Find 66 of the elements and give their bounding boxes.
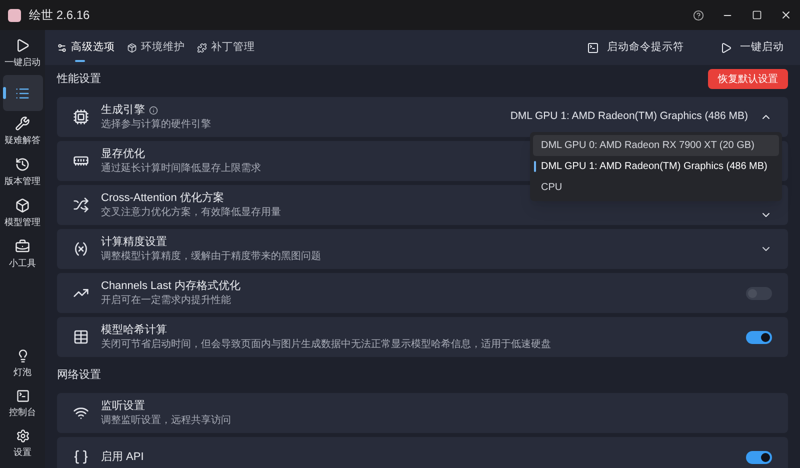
shuffle-icon [73, 197, 89, 213]
info-icon [149, 106, 158, 115]
help-icon [693, 10, 704, 20]
toolbar-button[interactable]: 一键启动 [720, 40, 784, 56]
puzzle-icon [197, 42, 207, 52]
history-icon [15, 157, 30, 172]
toolbox-icon [15, 239, 30, 254]
window-title: 绘世 2.6.16 [29, 7, 90, 24]
play-icon [15, 38, 30, 54]
setting-title: 启用 API [101, 450, 144, 464]
formula-icon [73, 241, 89, 257]
sliders-icon [57, 42, 67, 52]
section-heading: 性能设置 [57, 72, 101, 87]
setting-title: 生成引擎 [101, 103, 145, 118]
sidebar-item[interactable]: 版本管理 [2, 153, 42, 193]
dropdown-option[interactable]: DML GPU 0: AMD Radeon RX 7900 XT (20 GB) [533, 135, 779, 156]
sidebar-item[interactable]: 小工具 [2, 235, 42, 275]
sidebar-item[interactable]: 一键启动 [2, 34, 42, 74]
sidebar-item[interactable]: 控制台 [2, 384, 42, 424]
setting-description: 调整模型计算精度，缓解由于精度带来的黑图问题 [101, 250, 321, 263]
sidebar-item[interactable]: 设置 [2, 424, 42, 464]
setting-title: 显存优化 [101, 147, 145, 162]
dropdown[interactable]: DML GPU 1: AMD Radeon(TM) Graphics (486 MB) [510, 109, 780, 125]
sidebar-item[interactable]: 疑难解答 [2, 112, 42, 152]
selection-indicator [2, 87, 6, 99]
setting-title: 计算精度设置 [101, 235, 167, 250]
chip-icon [73, 109, 89, 125]
setting-title: 监听设置 [101, 399, 145, 414]
sidebar-item[interactable]: 灯泡 [2, 344, 42, 384]
tab[interactable]: 高级选项 [57, 32, 115, 62]
selection-indicator [534, 161, 536, 172]
setting-description: 选择参与计算的硬件引擎 [101, 118, 211, 131]
wrench-icon [15, 116, 30, 132]
toggle-switch[interactable] [746, 450, 772, 464]
list-icon [15, 86, 30, 100]
toggle-switch[interactable] [746, 330, 772, 344]
dropdown-option[interactable]: DML GPU 1: AMD Radeon(TM) Graphics (486 MB) [533, 156, 779, 177]
settings-icon [16, 428, 30, 443]
setting-description: 交叉注意力优化方案，有效降低显存用量 [101, 206, 281, 219]
terminal-icon [16, 388, 30, 403]
reset-defaults-button[interactable]: 恢复默认设置 [708, 69, 788, 89]
setting-title: Channels Last 内存格式优化 [101, 279, 240, 294]
sidebar-item[interactable]: 模型管理 [2, 194, 42, 234]
setting-title: 模型哈希计算 [101, 323, 167, 338]
setting-description: 通过延长计算时间降低显存上限需求 [101, 162, 261, 175]
braces-icon [73, 449, 89, 465]
tab[interactable]: 环境维护 [127, 32, 185, 62]
cube-icon [15, 198, 30, 214]
maximize-icon [752, 10, 762, 20]
app-logo-icon [8, 8, 21, 22]
tab-indicator [75, 60, 85, 62]
dropdown-option[interactable]: CPU [533, 177, 779, 198]
sidebar-item[interactable] [2, 75, 42, 111]
setting-description: 关闭可节省启动时间，但会导致页面内与图片生成数据中无法正常显示模型哈希信息，适用于低速硬盘 [101, 338, 551, 351]
setting-title: Cross-Attention 优化方案 [101, 191, 224, 206]
setting-description: 开启可在一定需求内提升性能 [101, 294, 231, 307]
section-heading: 网络设置 [57, 368, 101, 383]
play-icon [720, 42, 732, 54]
package-icon [127, 42, 137, 52]
terminal-icon [587, 42, 599, 54]
close-icon [780, 9, 792, 21]
toolbar-button[interactable]: 启动命令提示符 [587, 40, 684, 56]
wifi-icon [73, 405, 89, 421]
setting-description: 调整监听设置，远程共享访问 [101, 414, 231, 427]
tab[interactable]: 补丁管理 [197, 32, 255, 62]
table-icon [73, 329, 89, 345]
